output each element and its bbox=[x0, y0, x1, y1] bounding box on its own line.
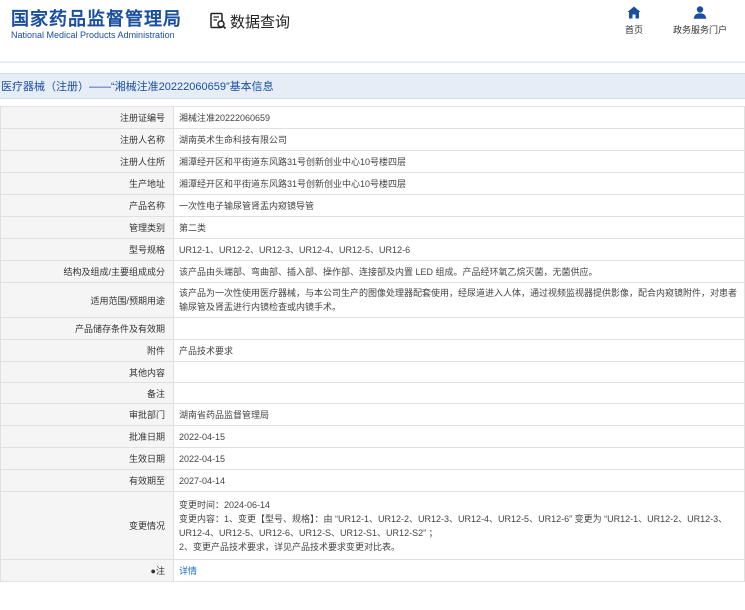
table-row: 附件 产品技术要求 bbox=[0, 339, 745, 362]
label-valid-until: 有效期至 bbox=[0, 469, 174, 492]
value-remark bbox=[173, 382, 745, 404]
table-row: 备注 bbox=[0, 382, 745, 404]
label-residence: 注册人住所 bbox=[0, 150, 174, 173]
search-document-icon bbox=[210, 12, 227, 30]
label-dept: 审批部门 bbox=[0, 403, 174, 426]
label-note-text: 注 bbox=[155, 566, 165, 576]
table-row: 其他内容 bbox=[0, 361, 745, 383]
table-row: 适用范围/预期用途 该产品为一次性使用医疗器械，与本公司生产的图像处理器配套使用… bbox=[0, 282, 745, 318]
header-divider bbox=[0, 61, 745, 63]
table-row: 审批部门 湖南省药品监督管理局 bbox=[0, 403, 745, 426]
value-other bbox=[173, 361, 745, 383]
label-structure: 结构及组成/主要组成成分 bbox=[0, 260, 174, 283]
label-note: ●注 bbox=[0, 559, 174, 582]
section-title: 医疗器械（注册）——“湘械注准20222060659”基本信息 bbox=[0, 73, 745, 99]
nav-gov-label: 政务服务门户 bbox=[672, 25, 727, 35]
table-row: 批准日期 2022-04-15 bbox=[0, 425, 745, 448]
value-attachment: 产品技术要求 bbox=[173, 339, 745, 362]
value-note: 详情 bbox=[173, 559, 745, 582]
label-approval-date: 批准日期 bbox=[0, 425, 174, 448]
value-prod-addr: 湘潭经开区和平街道东风路31号创新创业中心10号楼四层 bbox=[173, 172, 745, 195]
value-reg-no: 湘械注准20222060659 bbox=[173, 106, 745, 129]
label-attachment: 附件 bbox=[0, 339, 174, 362]
logo-title[interactable]: 国家药品监督管理局 bbox=[11, 5, 182, 31]
label-other: 其他内容 bbox=[0, 361, 174, 383]
table-row: 型号规格 UR12-1、UR12-2、UR12-3、UR12-4、UR12-5、… bbox=[0, 238, 745, 261]
label-effective-date: 生效日期 bbox=[0, 447, 174, 470]
value-mgmt-class: 第二类 bbox=[173, 216, 745, 239]
value-approval-date: 2022-04-15 bbox=[173, 425, 745, 448]
value-residence: 湘潭经开区和平街道东风路31号创新创业中心10号楼四层 bbox=[173, 150, 745, 173]
nav-home[interactable]: 首页 bbox=[621, 6, 647, 36]
user-icon bbox=[693, 6, 707, 19]
site-header: 国家药品监督管理局 National Medical Products Admi… bbox=[0, 0, 745, 60]
label-storage: 产品储存条件及有效期 bbox=[0, 317, 174, 340]
device-info-table: 注册证编号 湘械注准20222060659 注册人名称 湖南英术生命科技有限公司… bbox=[0, 106, 745, 582]
table-row: 生效日期 2022-04-15 bbox=[0, 447, 745, 470]
nav-gov-portal[interactable]: 政务服务门户 bbox=[669, 6, 731, 36]
table-row: 产品储存条件及有效期 bbox=[0, 317, 745, 340]
table-row: 注册人名称 湖南英术生命科技有限公司 bbox=[0, 128, 745, 151]
value-structure: 该产品由头端部、弯曲部、插入部、操作部、连接部及内置 LED 组成。产品经环氧乙… bbox=[173, 260, 745, 283]
value-change: 变更时间：2024-06-14 变更内容：1、变更【型号、规格】：由 “UR12… bbox=[173, 491, 745, 560]
table-row: 产品名称 一次性电子输尿管肾盂内窥镜导管 bbox=[0, 194, 745, 217]
data-query-heading: 数据查询 bbox=[209, 11, 290, 31]
home-icon bbox=[627, 6, 641, 19]
label-reg-no: 注册证编号 bbox=[0, 106, 174, 129]
value-valid-until: 2027-04-14 bbox=[173, 469, 745, 492]
label-change: 变更情况 bbox=[0, 491, 174, 560]
label-registrant: 注册人名称 bbox=[0, 128, 174, 151]
value-registrant: 湖南英术生命科技有限公司 bbox=[173, 128, 745, 151]
value-scope: 该产品为一次性使用医疗器械，与本公司生产的图像处理器配套使用，经尿道进入人体，通… bbox=[173, 282, 745, 318]
details-link[interactable]: 详情 bbox=[179, 566, 197, 576]
value-effective-date: 2022-04-15 bbox=[173, 447, 745, 470]
change-time: 变更时间：2024-06-14 bbox=[179, 499, 271, 510]
table-row: 管理类别 第二类 bbox=[0, 216, 745, 239]
label-remark: 备注 bbox=[0, 382, 174, 404]
table-row: 变更情况 变更时间：2024-06-14 变更内容：1、变更【型号、规格】：由 … bbox=[0, 491, 745, 560]
label-prod-addr: 生产地址 bbox=[0, 172, 174, 195]
table-row: 结构及组成/主要组成成分 该产品由头端部、弯曲部、插入部、操作部、连接部及内置 … bbox=[0, 260, 745, 283]
value-dept: 湖南省药品监督管理局 bbox=[173, 403, 745, 426]
label-model: 型号规格 bbox=[0, 238, 174, 261]
table-row: 有效期至 2027-04-14 bbox=[0, 469, 745, 492]
label-scope: 适用范围/预期用途 bbox=[0, 282, 174, 318]
data-query-label: 数据查询 bbox=[230, 13, 291, 31]
table-row: 生产地址 湘潭经开区和平街道东风路31号创新创业中心10号楼四层 bbox=[0, 172, 745, 195]
table-row: 注册人住所 湘潭经开区和平街道东风路31号创新创业中心10号楼四层 bbox=[0, 150, 745, 173]
value-storage bbox=[173, 317, 745, 340]
table-row: 注册证编号 湘械注准20222060659 bbox=[0, 106, 745, 129]
table-row: ●注 详情 bbox=[0, 559, 745, 582]
label-product-name: 产品名称 bbox=[0, 194, 174, 217]
value-model: UR12-1、UR12-2、UR12-3、UR12-4、UR12-5、UR12-… bbox=[173, 238, 745, 261]
label-mgmt-class: 管理类别 bbox=[0, 216, 174, 239]
change-content: 变更内容：1、变更【型号、规格】：由 “UR12-1、UR12-2、UR12-3… bbox=[179, 513, 728, 538]
nav-home-label: 首页 bbox=[624, 25, 643, 35]
change-content-2: 2、变更产品技术要求，详见产品技术要求变更对比表。 bbox=[179, 541, 401, 552]
logo-subtitle: National Medical Products Administration bbox=[11, 30, 175, 40]
value-product-name: 一次性电子输尿管肾盂内窥镜导管 bbox=[173, 194, 745, 217]
